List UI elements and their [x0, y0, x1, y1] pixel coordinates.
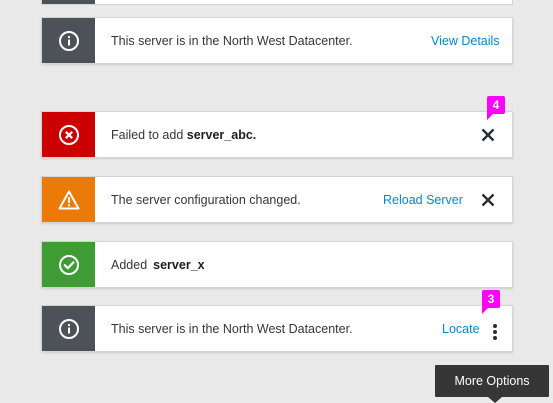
badge-number: 3: [487, 292, 495, 306]
view-details-link[interactable]: View Details: [431, 18, 500, 63]
kebab-dot-icon: [493, 323, 497, 328]
reload-server-link[interactable]: Reload Server: [383, 177, 463, 222]
info-circle-icon: [58, 30, 80, 52]
info-circle-icon: [58, 318, 80, 340]
annotation-badge: 4: [487, 96, 505, 120]
notification-warning: The server configuration changed. Reload…: [41, 176, 513, 223]
notification-message: This server is in the North West Datacen…: [111, 321, 353, 336]
notification-status-rail: [42, 306, 95, 351]
notification-message: Added server_x: [111, 242, 205, 287]
close-icon: [480, 127, 496, 143]
kebab-dot-icon: [493, 329, 497, 334]
server-name: server_abc.: [186, 127, 257, 142]
notification-status-rail: [42, 0, 95, 4]
notification-info: This server is in the North West Datacen…: [41, 17, 513, 64]
notification-partial-top: [41, 0, 513, 5]
locate-link[interactable]: Locate: [442, 306, 480, 351]
notification-message: This server is in the North West Datacen…: [111, 33, 353, 48]
message-prefix: Added: [111, 257, 148, 272]
tooltip-text: More Options: [454, 374, 530, 388]
notification-message: Failed to add server_abc.: [111, 112, 256, 157]
server-name: server_x: [153, 257, 205, 272]
badge-tail: [487, 113, 494, 120]
tooltip-arrow: [488, 397, 502, 403]
notification-status-rail: [42, 18, 95, 63]
notification-info-kebab: This server is in the North West Datacen…: [41, 305, 513, 352]
kebab-dot-icon: [493, 335, 497, 340]
message-prefix: Failed to add: [111, 127, 187, 142]
more-options-tooltip: More Options: [435, 365, 549, 397]
badge-tail: [482, 307, 489, 314]
notification-success: Added server_x: [41, 241, 513, 288]
annotation-badge: 3: [482, 290, 500, 314]
notification-message: The server configuration changed.: [111, 192, 301, 207]
more-options-button[interactable]: [491, 323, 499, 342]
badge-number: 4: [492, 98, 500, 112]
notification-error: Failed to add server_abc.: [41, 111, 513, 158]
notification-status-rail: [42, 112, 95, 157]
notification-status-rail: [42, 242, 95, 287]
notification-status-rail: [42, 177, 95, 222]
warning-triangle-icon: [58, 189, 80, 211]
error-circle-icon: [58, 124, 80, 146]
check-circle-icon: [58, 254, 80, 276]
close-button[interactable]: [480, 192, 496, 208]
close-icon: [480, 192, 496, 208]
close-button[interactable]: [480, 127, 496, 143]
